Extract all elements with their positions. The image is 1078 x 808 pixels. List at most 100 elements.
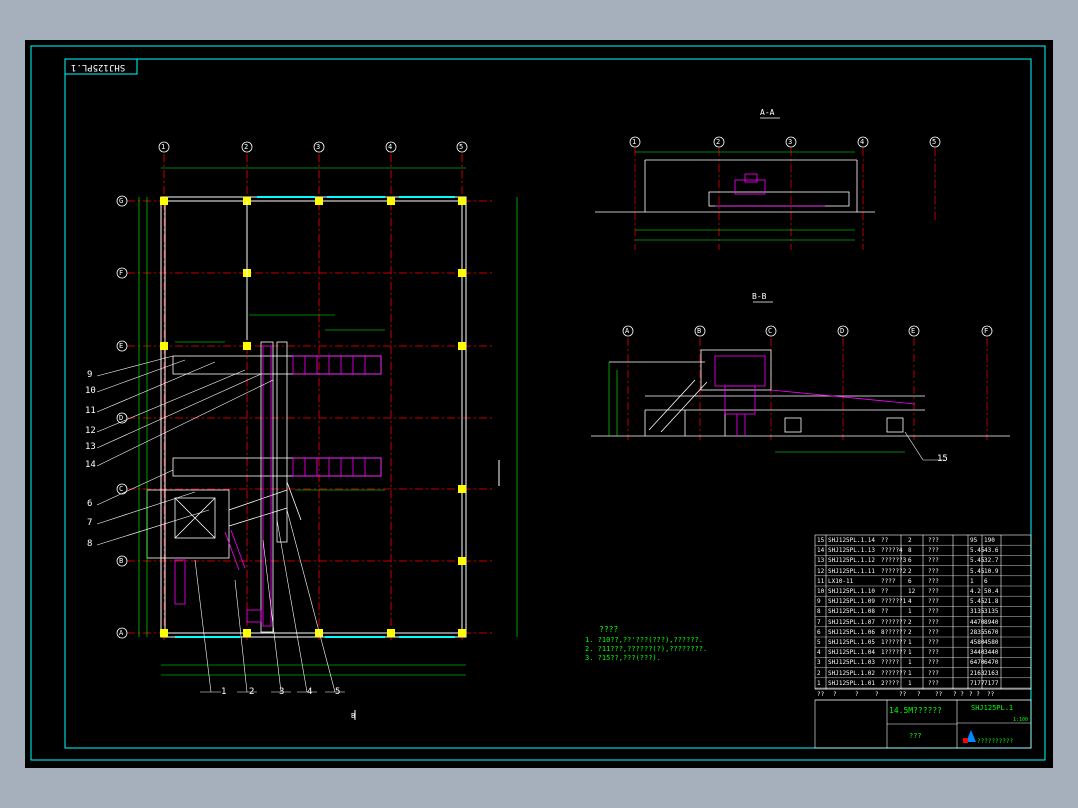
table-cell-code: SHJ125PL.1.12 [828,557,875,565]
table-header-cell: ? [875,691,879,698]
axis-label: E [119,342,124,350]
table-cell-qty: 2 [908,537,912,544]
table-cell-no: 11 [817,577,825,585]
title-name: 14.5M?????? [889,706,942,715]
table-cell-code: SHJ125PL.1.13 [828,547,875,555]
table-header-cell: ? [833,691,837,698]
table-cell-mat: ??? [928,577,939,585]
callout-leaders [96,355,345,693]
table-cell-name: ??????3 [881,557,907,565]
table-cell-no: 10 [817,588,825,595]
title-code: SHJ125PL.1 [971,704,1014,712]
callout-label: 7 [87,518,93,528]
table-cell-name: ?? [881,608,889,616]
table-cell-w2: 5670 [984,628,999,636]
axis-label: D [840,327,845,335]
table-cell-no: 5 [817,639,821,646]
table-header-cell: ? ? [953,691,964,698]
axis-label: G [119,197,124,205]
table-cell-qty: 2 [908,628,912,636]
table-cell-no: 2 [817,669,821,677]
plan-dimensions [138,167,518,676]
table-cell-no: 9 [817,598,821,606]
table-cell-mat: ??? [928,628,939,636]
axis-label: A [625,327,630,335]
title-bottom: ?????????? [977,738,1014,745]
table-cell-mat: ??? [928,659,939,667]
table-cell-w2: 10.9 [984,567,999,575]
axis-label: 2 [244,143,249,151]
table-cell-qty: 6 [908,557,912,565]
note-line: 2. ?11???,??????(?),????????. [585,645,708,653]
table-cell-mat: ??? [928,557,939,565]
axis-label: B [119,557,124,565]
table-cell-code: SHJ125PL.1.06 [828,628,875,636]
table-cell-no: 14 [817,547,825,555]
table-header-cell: ? [917,691,921,698]
table-cell-code: SHJ125PL.1.01 [828,679,875,687]
table-cell-mat: ??? [928,618,939,626]
axis-label: 3 [316,143,321,151]
table-cell-w2: 4580 [984,639,999,646]
title-company: ??? [909,732,922,740]
table-cell-no: 6 [817,628,821,636]
callout-label: 12 [85,426,96,436]
table-cell-w1: 95 [970,537,978,544]
table-cell-w2: 6 [984,577,988,585]
table-cell-no: 1 [817,679,821,687]
table-cell-no: 3 [817,659,821,667]
callout-label: 9 [87,370,93,380]
table-cell-w1: 5.45 [970,567,985,575]
table-cell-no: 8 [817,608,821,616]
axis-label: C [119,485,124,493]
table-cell-name: ?????4 [881,547,903,555]
axis-label: A [119,629,124,637]
callout-label: 15 [937,454,948,464]
section-bb-title: B-B [752,292,767,301]
table-cell-w2: 50.4 [984,588,999,595]
table-header-cell: ?? [817,691,825,698]
plan-axis-lines [127,154,495,640]
table-cell-code: SHJ125PL.1.04 [828,649,875,657]
table-cell-w1: 5.45 [970,547,985,555]
table-cell-qty: 8 [908,547,912,555]
table-cell-code: SHJ125PL.1.10 [828,588,875,595]
table-cell-name: 1?????? [881,639,907,646]
axis-label: 4 [860,138,865,146]
table-cell-code: SHJ125PL.1.11 [828,567,875,575]
title-scale: 1:100 [1013,717,1029,723]
callout-label: 2 [249,687,255,697]
table-cell-w2: 6470 [984,659,999,667]
table-cell-name: ??????? [881,669,907,677]
plan-windows [175,196,455,638]
table-cell-qty: 1 [908,669,912,677]
axis-label: 5 [459,143,464,151]
table-cell-qty: 4 [908,598,912,606]
table-header-cell: ?? [935,691,943,698]
callout-label: 1 [221,687,227,697]
table-cell-code: SHJ125PL.1.07 [828,618,875,626]
section-aa [595,117,941,250]
callout-label: 10 [85,386,96,396]
table-cell-qty: 2 [908,567,912,575]
table-cell-name: 2???? [881,679,900,687]
table-header-cell: ? [855,691,859,698]
table-cell-code: LX10-11 [828,577,854,585]
table-cell-code: SHJ125PL.1.09 [828,598,875,606]
table-cell-qty: 1 [908,608,912,616]
table-header-cell: ?? [899,691,907,698]
table-cell-w1: 3135 [970,608,985,616]
table-cell-w1: 2163 [970,669,985,677]
table-cell-w1: 3440 [970,649,985,657]
axis-label: 5 [932,138,937,146]
section-aa-title: A-A [760,108,775,117]
cad-viewport[interactable]: SHJ125PL.1 A-A B-B 1 2 3 4 5 G F E D C B… [25,40,1053,768]
axis-label: C [768,327,773,335]
table-cell-qty: 2 [908,618,912,626]
table-cell-no: 15 [817,537,825,544]
table-header-cell: ?? [987,691,995,698]
table-cell-code: SHJ125PL.1.02 [828,669,875,677]
table-cell-code: SHJ125PL.1.03 [828,659,875,667]
axis-label: 2 [716,138,721,146]
table-cell-w2: 3135 [984,608,999,616]
